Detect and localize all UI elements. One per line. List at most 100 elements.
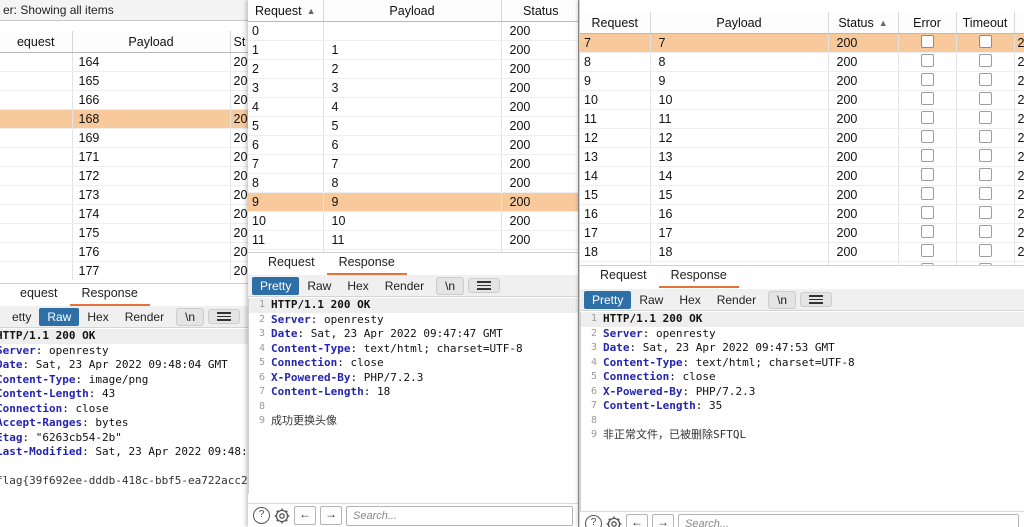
question-icon[interactable]: ? [253, 507, 270, 524]
table-row[interactable]: 882002 [580, 53, 1024, 72]
table-row[interactable]: 175200 [0, 224, 250, 243]
left-response-body[interactable]: HTTP/1.1 200 OKServer: openrestyDate: Sa… [0, 329, 250, 527]
table-row[interactable]: 12122002 [580, 129, 1024, 148]
table-row[interactable]: 88200 [248, 174, 578, 193]
tab-response[interactable]: Response [327, 253, 407, 275]
cell-timeout[interactable] [956, 110, 1014, 129]
menu-icon[interactable] [468, 278, 500, 293]
cell-timeout-checkbox[interactable] [979, 225, 992, 238]
column-header-payload[interactable]: Payload [323, 0, 501, 22]
cell-timeout[interactable] [956, 148, 1014, 167]
cell-timeout-checkbox[interactable] [979, 111, 992, 124]
format-render-button[interactable]: Render [377, 277, 432, 295]
tab-request[interactable]: Request [256, 253, 327, 275]
table-row[interactable]: 44200 [248, 98, 578, 117]
newline-toggle-button[interactable]: \n [176, 308, 204, 326]
column-header-status[interactable]: St [230, 31, 250, 53]
intruder-window-middle[interactable]: Request▲ Payload Status 0200112002220033… [248, 0, 579, 527]
cell-timeout-checkbox[interactable] [979, 244, 992, 257]
cell-timeout-checkbox[interactable] [979, 73, 992, 86]
intruder-window-right[interactable]: Request Payload Status▲ Error Timeout 77… [580, 0, 1024, 527]
format-render-button[interactable]: Render [117, 308, 172, 326]
format-pretty-button[interactable]: Pretty [584, 291, 631, 309]
cell-timeout-checkbox[interactable] [979, 187, 992, 200]
tab-request[interactable]: equest [8, 284, 70, 306]
cell-error-checkbox[interactable] [921, 225, 934, 238]
cell-error[interactable] [898, 224, 956, 243]
column-header-error[interactable]: Error [898, 12, 956, 34]
format-raw-button[interactable]: Raw [299, 277, 339, 295]
middle-results-table-container[interactable]: Request▲ Payload Status 0200112002220033… [248, 0, 578, 265]
newline-toggle-button[interactable]: \n [768, 291, 796, 309]
table-row[interactable]: 55200 [248, 117, 578, 136]
table-row[interactable]: 772002 [580, 34, 1024, 53]
table-row[interactable]: 13132002 [580, 148, 1024, 167]
cell-timeout-checkbox[interactable] [979, 35, 992, 48]
cell-error[interactable] [898, 205, 956, 224]
column-header-request[interactable]: equest [0, 31, 72, 53]
table-row[interactable]: 172200 [0, 167, 250, 186]
tab-response[interactable]: Response [659, 266, 739, 288]
table-row[interactable]: 15152002 [580, 186, 1024, 205]
cell-error[interactable] [898, 72, 956, 91]
cell-error-checkbox[interactable] [921, 187, 934, 200]
left-window-filter-bar[interactable]: er: Showing all items [0, 0, 250, 21]
cell-error-checkbox[interactable] [921, 54, 934, 67]
cell-timeout[interactable] [956, 91, 1014, 110]
tab-response[interactable]: Response [70, 284, 150, 306]
column-header-length[interactable] [1014, 12, 1024, 34]
cell-error[interactable] [898, 110, 956, 129]
table-row[interactable]: 22200 [248, 60, 578, 79]
table-row[interactable]: 165200 [0, 72, 250, 91]
tab-request[interactable]: Request [588, 266, 659, 288]
cell-error-checkbox[interactable] [921, 35, 934, 48]
cell-timeout[interactable] [956, 53, 1014, 72]
middle-format-toolbar[interactable]: Pretty Raw Hex Render \n [248, 275, 578, 297]
arrow-right-icon[interactable]: → [652, 514, 674, 527]
table-row[interactable]: 11112002 [580, 110, 1024, 129]
right-format-toolbar[interactable]: Pretty Raw Hex Render \n [580, 289, 1024, 311]
table-row[interactable]: 168200 [0, 110, 250, 129]
table-row[interactable]: 1111200 [248, 231, 578, 250]
format-render-button[interactable]: Render [709, 291, 764, 309]
column-header-payload[interactable]: Payload [650, 12, 828, 34]
column-header-status[interactable]: Status [501, 0, 578, 22]
menu-icon[interactable] [208, 309, 240, 324]
column-header-request[interactable]: Request▲ [248, 0, 323, 22]
cell-error-checkbox[interactable] [921, 73, 934, 86]
cell-timeout-checkbox[interactable] [979, 149, 992, 162]
table-row[interactable]: 10102002 [580, 91, 1024, 110]
left-format-toolbar[interactable]: etty Raw Hex Render \n [0, 306, 250, 328]
cell-error[interactable] [898, 243, 956, 262]
cell-timeout-checkbox[interactable] [979, 54, 992, 67]
cell-error[interactable] [898, 186, 956, 205]
table-row[interactable]: 174200 [0, 205, 250, 224]
cell-timeout[interactable] [956, 72, 1014, 91]
format-raw-button[interactable]: Raw [39, 308, 79, 326]
search-input[interactable]: Search... [346, 506, 573, 526]
gear-icon[interactable] [606, 516, 622, 527]
cell-error-checkbox[interactable] [921, 92, 934, 105]
column-header-request[interactable]: Request [580, 12, 650, 34]
format-raw-button[interactable]: Raw [631, 291, 671, 309]
table-row[interactable]: 33200 [248, 79, 578, 98]
table-row[interactable]: 177200 [0, 262, 250, 281]
cell-timeout[interactable] [956, 205, 1014, 224]
table-row[interactable]: 992002 [580, 72, 1024, 91]
column-header-status[interactable]: Status▲ [828, 12, 898, 34]
table-row[interactable]: 18182002 [580, 243, 1024, 262]
cell-error-checkbox[interactable] [921, 149, 934, 162]
table-row[interactable]: 171200 [0, 148, 250, 167]
right-results-table-container[interactable]: Request Payload Status▲ Error Timeout 77… [580, 12, 1024, 270]
cell-error-checkbox[interactable] [921, 206, 934, 219]
table-row[interactable]: 164200 [0, 53, 250, 72]
left-results-table-container[interactable]: equest Payload St 1642001652001662001682… [0, 31, 250, 280]
question-icon[interactable]: ? [585, 515, 602, 527]
table-row[interactable]: 66200 [248, 136, 578, 155]
cell-error[interactable] [898, 167, 956, 186]
table-row[interactable]: 166200 [0, 91, 250, 110]
middle-message-tabs[interactable]: Request Response [248, 252, 578, 275]
cell-timeout[interactable] [956, 243, 1014, 262]
cell-error[interactable] [898, 148, 956, 167]
format-pretty-button[interactable]: Pretty [252, 277, 299, 295]
